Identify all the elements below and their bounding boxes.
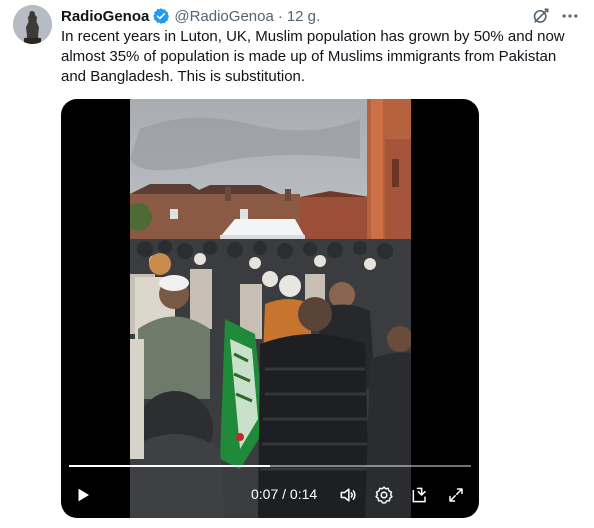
author-name[interactable]: RadioGenoa — [61, 8, 149, 25]
grok-icon[interactable] — [530, 6, 552, 26]
fullscreen-icon[interactable] — [444, 483, 468, 507]
time-separator: / — [278, 486, 290, 502]
tweet-card[interactable]: RadioGenoa @RadioGenoa · 12 g. In recent… — [0, 0, 594, 528]
verified-badge-icon — [152, 7, 170, 25]
video-progress-bar[interactable] — [69, 465, 471, 467]
tweet-header: RadioGenoa @RadioGenoa · 12 g. — [61, 6, 320, 26]
play-icon[interactable] — [71, 483, 95, 507]
video-progress-fill — [69, 465, 270, 467]
video-player[interactable]: 0:07 / 0:14 — [61, 99, 479, 518]
current-time: 0:07 — [251, 486, 279, 502]
pop-out-icon[interactable] — [408, 483, 432, 507]
author-handle[interactable]: @RadioGenoa — [174, 8, 273, 25]
more-options-icon[interactable] — [559, 6, 581, 26]
timestamp[interactable]: 12 g. — [287, 8, 320, 25]
video-frame[interactable] — [130, 99, 411, 518]
avatar-statue-image — [13, 5, 52, 44]
avatar[interactable] — [13, 5, 52, 44]
video-controls: 0:07 / 0:14 — [61, 479, 479, 511]
separator-dot: · — [277, 7, 283, 25]
tweet-text: In recent years in Luton, UK, Muslim pop… — [61, 28, 565, 85]
crowd-scene-image — [130, 99, 411, 518]
video-timecode: 0:07 / 0:14 — [251, 486, 317, 502]
duration: 0:14 — [289, 486, 318, 502]
settings-gear-icon[interactable] — [372, 483, 396, 507]
volume-icon[interactable] — [336, 483, 360, 507]
